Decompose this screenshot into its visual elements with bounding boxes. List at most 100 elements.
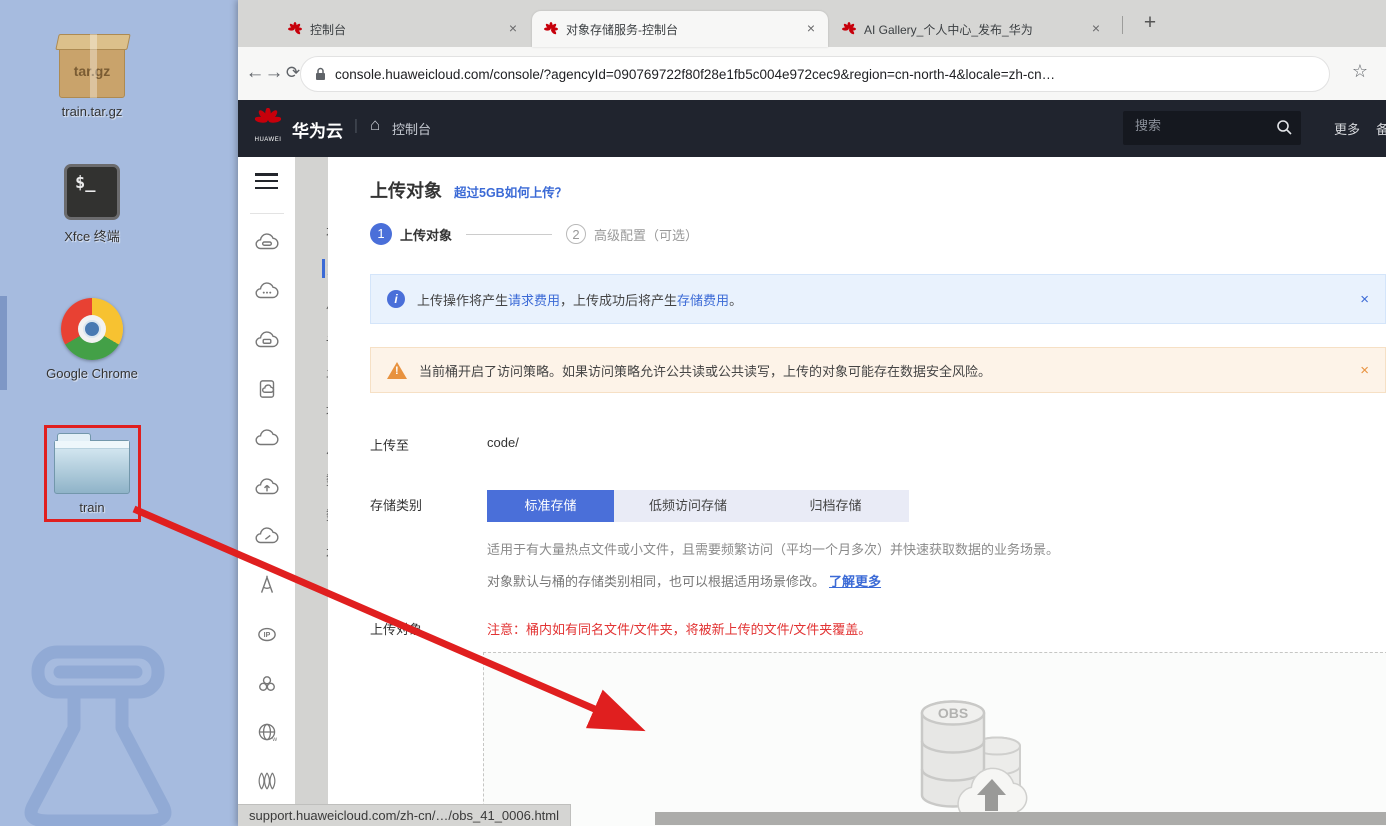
terminal-prompt-glyph: $_	[75, 173, 95, 193]
header-search-input[interactable]	[1133, 117, 1263, 134]
address-bar[interactable]: console.huaweicloud.com/console/?agencyI…	[300, 56, 1330, 92]
tab-title: AI Gallery_个人中心_发布_华为	[864, 21, 1085, 38]
warning-text: 当前桶开启了访问策略。如果访问策略允许公共读或公共读写，上传的对象可能存在数据安…	[419, 361, 991, 380]
home-icon[interactable]: ⌂	[370, 115, 380, 135]
storage-class-tabs: 标准存储 低频访问存储 归档存储	[487, 490, 909, 522]
cloud-speed-icon[interactable]	[254, 525, 280, 547]
step-2-label: 高级配置（可选）	[594, 225, 698, 244]
more-menu[interactable]: 更多	[1334, 119, 1360, 138]
tab-ai-gallery[interactable]: AI Gallery_个人中心_发布_华为 ×	[830, 11, 1113, 47]
step-1-label: 上传对象	[400, 225, 452, 244]
step-2-circle: 2	[566, 224, 586, 244]
storage-tab-infrequent[interactable]: 低频访问存储	[614, 490, 762, 522]
cloud-server-icon[interactable]	[254, 231, 280, 253]
flask-watermark	[0, 636, 238, 826]
clipped-menu-item[interactable]: 备	[1376, 119, 1386, 138]
storage-fee-link[interactable]: 存储费用	[677, 293, 729, 308]
huawei-header: HUAWEI 华为云 | ⌂ 控制台 更多 备	[238, 100, 1386, 157]
cloud-box-icon[interactable]	[254, 329, 280, 351]
tab-strip: 控制台 × 对象存储服务-控制台 ×	[238, 0, 1386, 47]
console-content: IP w 木 对 月 讠 土 均 足 数 数 木 日 上传对象 超过5GB如何上…	[238, 157, 1386, 826]
tab-title: 控制台	[310, 21, 502, 38]
tab-close-icon[interactable]: ×	[1088, 21, 1104, 37]
tab-obs-console[interactable]: 对象存储服务-控制台 ×	[532, 11, 828, 47]
svg-text:IP: IP	[264, 632, 271, 639]
huawei-favicon	[287, 21, 303, 37]
tab-console[interactable]: 控制台 ×	[276, 11, 530, 47]
search-icon[interactable]	[1275, 118, 1293, 136]
warning-icon	[387, 362, 407, 379]
tab-divider	[1122, 16, 1123, 34]
dna-icon[interactable]	[254, 770, 280, 792]
how-to-upload-link[interactable]: 超过5GB如何上传？	[454, 182, 567, 201]
upload-to-value: code/	[487, 435, 519, 454]
huawei-logo-text: HUAWEI	[250, 137, 286, 143]
storage-tab-archive[interactable]: 归档存储	[762, 490, 909, 522]
annotation-highlight-rect	[44, 425, 141, 522]
cloud-icon[interactable]	[254, 427, 280, 449]
browser-toolbar: ← → ⟳ console.huaweicloud.com/console/?a…	[238, 47, 1386, 100]
globe-icon[interactable]: w	[254, 721, 280, 743]
hamburger-menu-icon[interactable]	[255, 173, 278, 193]
huawei-favicon	[543, 21, 559, 37]
storage-class-description: 适用于有大量热点文件或小文件，且需要频繁访问（平均一个月多次）并快速获取数据的业…	[487, 539, 1059, 558]
desktop-icon-label: train.tar.gz	[32, 104, 152, 119]
package-badge: tar.gz	[60, 63, 124, 79]
overwrite-warning-note: 注意：桶内如有同名文件/文件夹，将被新上传的文件/文件夹覆盖。	[487, 619, 871, 638]
huawei-logo: HUAWEI	[250, 108, 286, 143]
upload-object-dialog: 上传对象 超过5GB如何上传？ 1 上传对象 2 高级配置（可选） i 上传操作…	[328, 157, 1386, 826]
compass-icon[interactable]	[254, 574, 280, 596]
storage-class-note: 对象默认与桶的存储类别相同，也可以根据适用场景修改。了解更多	[487, 571, 881, 590]
upload-object-label: 上传对象	[370, 619, 487, 638]
desktop-icon-train-targz[interactable]: tar.gz train.tar.gz	[32, 32, 152, 119]
wizard-steps: 1 上传对象 2 高级配置（可选）	[370, 223, 698, 245]
terminal-icon: $_	[64, 164, 120, 220]
cloud-upload-icon[interactable]	[254, 476, 280, 498]
header-divider: |	[354, 117, 358, 134]
huawei-favicon	[841, 21, 857, 37]
url-text[interactable]: console.huaweicloud.com/console/?agencyI…	[335, 67, 1055, 82]
ip-icon[interactable]: IP	[254, 623, 280, 645]
status-bar-link: support.huaweicloud.com/zh-cn/…/obs_41_0…	[238, 804, 571, 826]
svg-text:w: w	[271, 736, 277, 743]
doc-cloud-icon[interactable]	[254, 378, 280, 400]
storage-class-label: 存储类别	[370, 490, 487, 522]
info-text: 上传操作将产生请求费用，上传成功后将产生存储费用。	[417, 290, 742, 309]
upload-to-label: 上传至	[370, 435, 487, 454]
billing-info-banner: i 上传操作将产生请求费用，上传成功后将产生存储费用。 ×	[370, 274, 1386, 324]
header-search-box[interactable]	[1123, 111, 1301, 145]
tab-close-icon[interactable]: ×	[803, 21, 819, 37]
info-icon: i	[387, 290, 405, 308]
desktop-icon-xfce-terminal[interactable]: $_ Xfce 终端	[32, 158, 152, 245]
cloud-dots-icon[interactable]	[254, 280, 280, 302]
obs-upload-illustration: OBS	[874, 691, 1049, 826]
desktop-icon-label: Xfce 终端	[32, 226, 152, 245]
step-connector	[466, 234, 552, 235]
tab-title: 对象存储服务-控制台	[566, 21, 800, 38]
horizontal-scrollbar[interactable]	[655, 812, 1386, 825]
storage-tab-standard[interactable]: 标准存储	[487, 490, 614, 522]
learn-more-link[interactable]: 了解更多	[829, 574, 881, 589]
desktop: tar.gz train.tar.gz $_ Xfce 终端 Google Ch…	[0, 0, 238, 826]
desktop-icon-google-chrome[interactable]: Google Chrome	[32, 294, 152, 381]
step-1-circle: 1	[370, 223, 392, 245]
info-banner-close-icon[interactable]: ×	[1360, 291, 1369, 308]
new-tab-button[interactable]: +	[1136, 10, 1164, 38]
browser-window: 控制台 × 对象存储服务-控制台 ×	[238, 0, 1386, 826]
screen: tar.gz train.tar.gz $_ Xfce 终端 Google Ch…	[0, 0, 1386, 826]
package-icon: tar.gz	[59, 42, 125, 98]
bookmark-star-icon[interactable]: ☆	[1352, 61, 1368, 82]
warning-banner-close-icon[interactable]: ×	[1360, 362, 1369, 379]
chrome-icon-core	[83, 320, 101, 338]
file-drop-zone[interactable]: OBS	[483, 652, 1386, 826]
dimmed-nav-panel	[295, 157, 328, 826]
console-nav-link[interactable]: 控制台	[392, 119, 431, 138]
cluster-icon[interactable]	[254, 672, 280, 694]
brand-name[interactable]: 华为云	[292, 117, 343, 142]
desktop-edge-bar	[0, 296, 7, 390]
request-fee-link[interactable]: 请求费用	[508, 293, 560, 308]
rail-divider	[250, 213, 284, 214]
page-title: 上传对象	[370, 177, 442, 203]
chrome-icon	[61, 298, 123, 360]
tab-close-icon[interactable]: ×	[505, 21, 521, 37]
